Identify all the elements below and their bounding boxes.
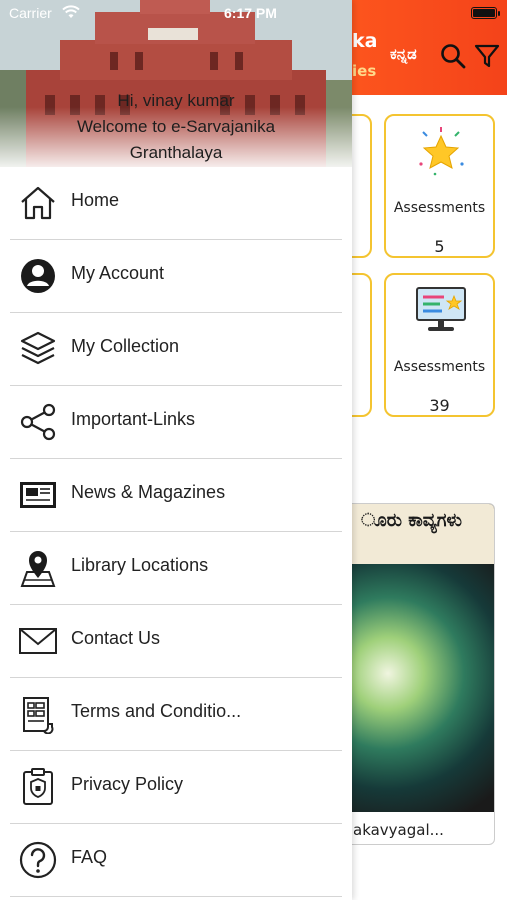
account-icon bbox=[21, 259, 55, 293]
share-links-icon bbox=[20, 403, 56, 441]
menu-label: Contact Us bbox=[71, 628, 161, 648]
greeting-library-name: Granthalaya bbox=[129, 143, 223, 162]
carrier-label: Carrier bbox=[9, 5, 52, 21]
battery-icon bbox=[471, 7, 497, 19]
navigation-drawer: Hi, vinay kumar Welcome to e-Sarvajanika… bbox=[0, 0, 352, 900]
assessment-card[interactable]: Assessments 5 bbox=[384, 114, 495, 258]
language-toggle[interactable]: ಕನ್ನಡ bbox=[390, 45, 417, 63]
book-title: akavyagal... bbox=[353, 821, 444, 839]
menu-item-my-account[interactable]: My Account bbox=[10, 240, 342, 313]
menu-label: My Account bbox=[71, 263, 165, 283]
card-count: 39 bbox=[429, 396, 450, 415]
menu-item-terms-conditions[interactable]: Terms and Conditio... bbox=[10, 678, 342, 751]
question-icon bbox=[19, 841, 57, 879]
menu-label: Library Locations bbox=[71, 555, 209, 575]
home-icon bbox=[21, 186, 55, 220]
menu-item-my-collection[interactable]: My Collection bbox=[10, 313, 342, 386]
book-cover-image: ೂರು ಕಾವ್ಯಗಳು bbox=[331, 504, 494, 812]
menu-item-news-magazines[interactable]: News & Magazines bbox=[10, 459, 342, 532]
menu-label: FAQ bbox=[71, 847, 108, 867]
filter-icon[interactable] bbox=[473, 42, 501, 70]
menu-label: Important-Links bbox=[71, 409, 196, 429]
menu-label: Privacy Policy bbox=[71, 774, 184, 794]
menu-item-privacy-policy[interactable]: Privacy Policy bbox=[10, 751, 342, 824]
card-label: Assessments bbox=[393, 359, 486, 375]
menu-label: Terms and Conditio... bbox=[71, 701, 242, 721]
privacy-shield-icon bbox=[23, 768, 53, 805]
app-subtitle: ies bbox=[352, 62, 377, 80]
menu-item-library-locations[interactable]: Library Locations bbox=[10, 532, 342, 605]
document-icon bbox=[23, 697, 54, 734]
search-icon[interactable] bbox=[439, 42, 467, 70]
app-title: ka bbox=[352, 30, 378, 52]
menu-item-important-links[interactable]: Important-Links bbox=[10, 386, 342, 459]
greeting-welcome: Welcome to e-Sarvajanika bbox=[76, 117, 276, 136]
user-greeting: Hi, vinay kumar Welcome to e-Sarvajanika… bbox=[0, 88, 352, 166]
wifi-icon bbox=[62, 5, 80, 18]
clock: 6:17 PM bbox=[224, 5, 277, 21]
menu-item-faq[interactable]: FAQ bbox=[10, 824, 342, 897]
greeting-name: Hi, vinay kumar bbox=[117, 91, 235, 110]
battery-nub bbox=[498, 11, 500, 16]
status-bar: Carrier 6:17 PM bbox=[0, 0, 507, 28]
mail-icon bbox=[19, 628, 57, 654]
menu-label: Home bbox=[71, 190, 120, 210]
book-cover-text: ೂರು ಕಾವ್ಯಗಳು bbox=[361, 510, 462, 531]
map-pin-icon bbox=[20, 551, 56, 587]
menu-label: News & Magazines bbox=[71, 482, 226, 502]
book-card[interactable]: ೂರು ಕಾವ್ಯಗಳು akavyagal... bbox=[330, 503, 495, 845]
newspaper-icon bbox=[20, 482, 56, 508]
menu-label: My Collection bbox=[71, 336, 180, 356]
card-label: Assessments bbox=[393, 200, 486, 216]
menu-item-home[interactable]: Home bbox=[10, 167, 342, 240]
card-count: 5 bbox=[434, 237, 445, 256]
layers-icon bbox=[20, 331, 56, 365]
assessment-card[interactable]: Assessments 39 bbox=[384, 273, 495, 417]
star-icon bbox=[419, 127, 464, 176]
monitor-star-icon bbox=[416, 287, 466, 331]
drawer-menu: Home My Account My Collection Important-… bbox=[0, 167, 352, 897]
menu-item-contact-us[interactable]: Contact Us bbox=[10, 605, 342, 678]
